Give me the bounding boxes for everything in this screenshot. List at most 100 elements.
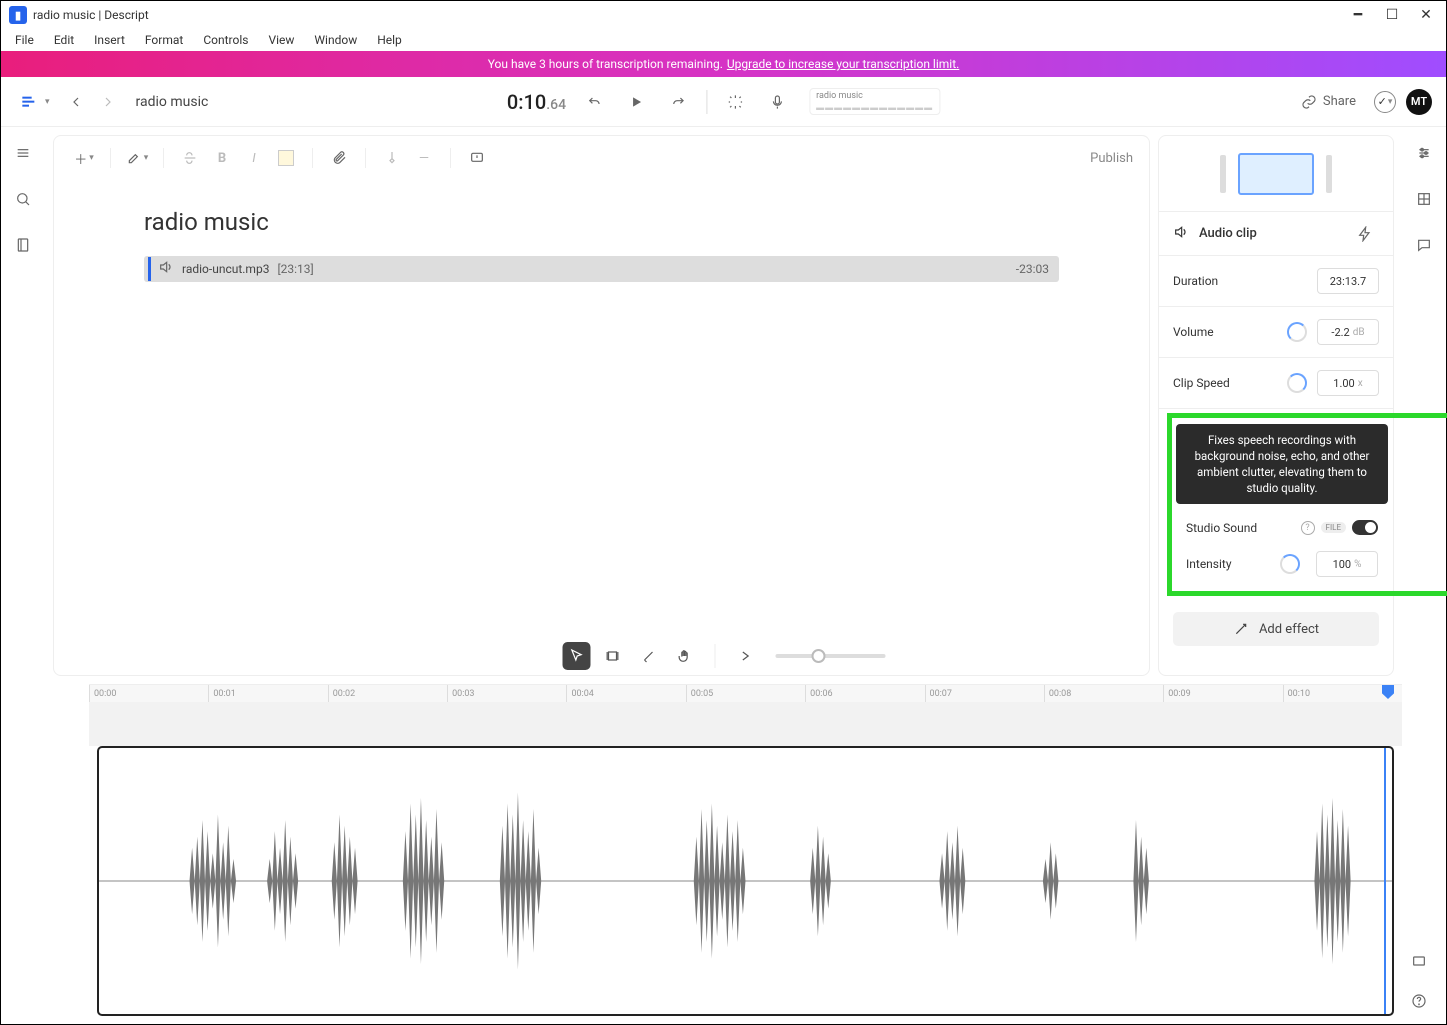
hand-tool[interactable]: [670, 642, 698, 670]
tools-button[interactable]: ▾: [123, 144, 151, 172]
intensity-dial[interactable]: [1280, 554, 1300, 574]
range-tool[interactable]: [598, 642, 626, 670]
menu-edit[interactable]: Edit: [44, 31, 84, 49]
snap-toggle[interactable]: [731, 642, 759, 670]
upgrade-banner: You have 3 hours of transcription remain…: [1, 51, 1446, 77]
duration-row: Duration 23:13.7: [1159, 256, 1393, 307]
panel-title: Audio clip: [1199, 226, 1257, 241]
waveform-track[interactable]: [97, 746, 1394, 1016]
help-icon[interactable]: ?: [1301, 521, 1315, 535]
gap-clip-button[interactable]: —: [410, 144, 438, 172]
link-icon: [1301, 94, 1317, 110]
banner-text: You have 3 hours of transcription remain…: [488, 57, 723, 71]
menu-view[interactable]: View: [258, 31, 304, 49]
mini-track-selector[interactable]: radio music ▬▬▬▬▬▬▬▬▬▬▬▬▬: [809, 88, 940, 115]
doc-title[interactable]: radio music: [144, 208, 1059, 236]
search-button[interactable]: [9, 185, 37, 213]
sidebar-toggle-button[interactable]: [9, 139, 37, 167]
speaker-icon: [1173, 224, 1189, 244]
avatar[interactable]: MT: [1406, 89, 1432, 115]
audio-clip-chip[interactable]: radio-uncut.mp3 [23:13] -23:03: [144, 256, 1059, 282]
timecode: 0:10.64: [507, 90, 566, 114]
media-library-button[interactable]: [9, 231, 37, 259]
volume-input[interactable]: -2.2dB: [1317, 319, 1379, 345]
zoom-slider[interactable]: [775, 654, 885, 658]
properties-panel: Audio clip Duration 23:13.7 Volume -2.2d…: [1158, 135, 1394, 676]
playhead-line: [1384, 746, 1386, 1014]
menu-controls[interactable]: Controls: [193, 31, 258, 49]
chevron-down-icon: ▾: [45, 97, 50, 107]
bolt-icon[interactable]: [1351, 220, 1379, 248]
timeline-tools: [562, 642, 885, 670]
back-button[interactable]: [62, 88, 90, 116]
redo-button[interactable]: [664, 88, 692, 116]
speed-row: Clip Speed 1.00x: [1159, 358, 1393, 409]
insert-button[interactable]: ＋▾: [70, 144, 98, 172]
help-button[interactable]: [1405, 987, 1433, 1015]
wand-icon: [1233, 621, 1249, 637]
bold-button[interactable]: B: [208, 144, 236, 172]
select-tool[interactable]: [562, 642, 590, 670]
maximize-button[interactable]: ☐: [1384, 7, 1400, 23]
add-effect-button[interactable]: Add effect: [1173, 612, 1379, 646]
intensity-input[interactable]: 100%: [1316, 551, 1378, 577]
waveform: [99, 748, 1392, 1014]
text-cursor: [148, 257, 151, 281]
menu-format[interactable]: Format: [135, 31, 193, 49]
share-button[interactable]: Share: [1293, 90, 1364, 114]
blade-tool[interactable]: [634, 642, 662, 670]
clip-filename: radio-uncut.mp3: [182, 262, 269, 276]
sync-status-button[interactable]: ✓▾: [1374, 91, 1396, 113]
settings-icon[interactable]: [1410, 139, 1438, 167]
undo-button[interactable]: [580, 88, 608, 116]
ai-actions-button[interactable]: [721, 88, 749, 116]
menu-insert[interactable]: Insert: [84, 31, 135, 49]
menu-help[interactable]: Help: [367, 31, 412, 49]
menubar: File Edit Insert Format Controls View Wi…: [1, 29, 1446, 51]
layout-preview[interactable]: [1159, 136, 1393, 212]
project-menu-button[interactable]: [15, 88, 43, 116]
speed-dial[interactable]: [1287, 373, 1307, 393]
studio-sound-tooltip: Fixes speech recordings with background …: [1176, 424, 1388, 504]
play-button[interactable]: [622, 88, 650, 116]
file-badge: FILE: [1321, 522, 1346, 533]
titlebar: ▮ radio music | Descript ━ ☐ ✕: [1, 1, 1446, 29]
minimize-button[interactable]: ━: [1350, 7, 1366, 23]
volume-row: Volume -2.2dB: [1159, 307, 1393, 358]
breadcrumb[interactable]: radio music: [136, 94, 209, 110]
comment-button[interactable]: [463, 144, 491, 172]
record-button[interactable]: [763, 88, 791, 116]
close-button[interactable]: ✕: [1418, 7, 1434, 23]
clip-duration: [23:13]: [277, 262, 313, 276]
speaker-icon: [158, 259, 174, 279]
studio-sound-toggle[interactable]: [1352, 520, 1378, 535]
editor-toolbar: ＋▾ ▾ B I —: [54, 136, 1149, 180]
intensity-label: Intensity: [1186, 557, 1274, 571]
app-icon: ▮: [9, 6, 27, 24]
italic-button[interactable]: I: [240, 144, 268, 172]
marker-button[interactable]: [378, 144, 406, 172]
menu-file[interactable]: File: [5, 31, 44, 49]
editor-card: ＋▾ ▾ B I —: [53, 135, 1150, 676]
highlight-color-button[interactable]: [272, 144, 300, 172]
left-rail: [1, 127, 45, 1024]
comment-panel-icon[interactable]: [1410, 231, 1438, 259]
window-title: radio music | Descript: [33, 8, 1350, 22]
grid-icon[interactable]: [1410, 185, 1438, 213]
studio-sound-label: Studio Sound: [1186, 521, 1295, 535]
attachment-button[interactable]: [325, 144, 353, 172]
layout-reset-icon[interactable]: [1405, 947, 1433, 975]
timeline-ruler[interactable]: 00:00 00:01 00:02 00:03 00:04 00:05 00:0…: [89, 684, 1402, 702]
studio-sound-section: Fixes speech recordings with background …: [1167, 413, 1447, 596]
volume-dial[interactable]: [1287, 322, 1307, 342]
banner-link[interactable]: Upgrade to increase your transcription l…: [727, 57, 959, 71]
duration-input[interactable]: 23:13.7: [1317, 268, 1379, 294]
timeline: 00:00 00:01 00:02 00:03 00:04 00:05 00:0…: [89, 684, 1402, 1024]
menu-window[interactable]: Window: [304, 31, 367, 49]
strikethrough-button[interactable]: [176, 144, 204, 172]
clip-remaining: -23:03: [1016, 262, 1049, 276]
forward-button[interactable]: [94, 88, 122, 116]
top-toolbar: ▾ radio music 0:10.64 radio music ▬▬▬▬▬▬…: [1, 77, 1446, 127]
speed-input[interactable]: 1.00x: [1317, 370, 1379, 396]
publish-button[interactable]: Publish: [1090, 151, 1133, 166]
